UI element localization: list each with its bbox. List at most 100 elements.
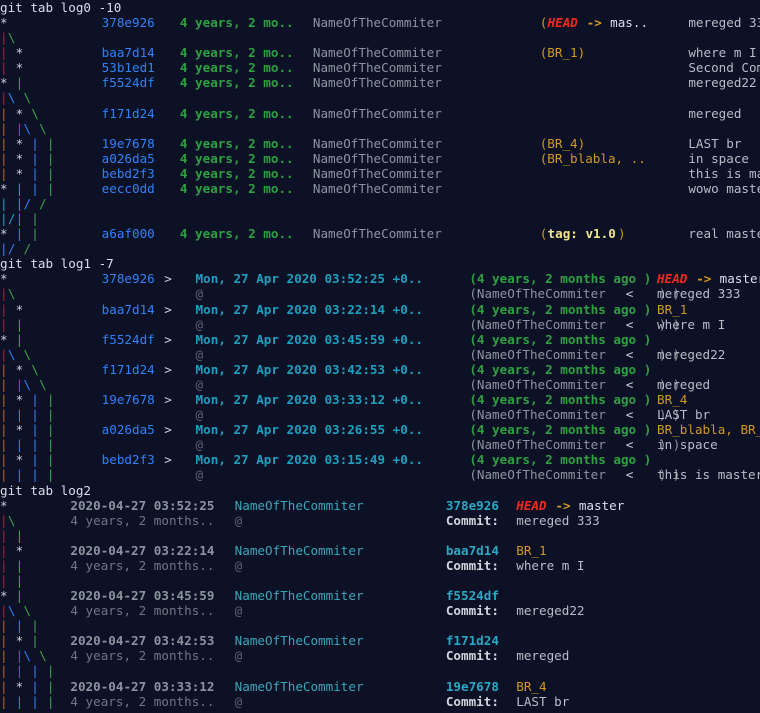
commit-label: Commit: [445,693,499,709]
commit-label: Commit: [445,648,499,664]
commit-hash: f171d24 [445,633,499,649]
committer-name: NameOfTheCommiter [312,180,442,196]
graph-rail: | [31,693,39,709]
committer-marker: @ [195,376,204,392]
graph-rail: \ [23,120,32,136]
commit-label: Commit: [445,512,499,528]
branch-ref: (BR_1) [539,45,586,61]
committer-marker: @ [234,557,243,573]
committer-name: NameOfTheCommiter [234,542,364,558]
commit-hash: baa7d14 [101,301,155,317]
graph-rail: / [7,241,16,257]
graph-rail: / [23,241,32,257]
graph-rail: | [31,165,39,181]
commit-subject: mereged22 [688,75,757,91]
graph-rail: | [31,618,39,634]
log0-row: | / | | [0,211,760,226]
graph-rail: \ [7,90,16,106]
graph-rail: | [0,376,8,392]
log1-row: | \ @ (NameOfTheCommiter )) < mereged 333 [0,286,760,301]
graph-rail: | [15,648,24,664]
commit-subject: this is master [657,467,760,483]
graph-rail: | [15,557,24,573]
terminal-window[interactable]: git tab log0 -10 * 378e926 4 years, 2 mo.. N… [0,0,760,713]
head-branch-name: mas.. [610,15,649,31]
commit-node: * [0,15,8,31]
commit-date: 2020-04-27 03:45:59 [70,588,215,604]
log2-row: | \ 4 years, 2 months.. @ Commit: mereged 333 [0,513,760,528]
head-arrow: -> [555,497,571,513]
log0-row: * | | | eecc0dd 4 years, 2 mo.. NameOfTheCommi… [0,181,760,196]
graph-rail: | [15,226,24,242]
log0-row: | | / / [0,196,760,211]
committer-name: NameOfTheCommiter [312,165,442,181]
graph-rail: | [46,407,55,423]
commit-node: * [15,542,24,558]
graph-rail: | [31,678,39,694]
committer-marker: @ [234,603,243,619]
commit-node: * [15,135,24,151]
log0-row: * | | a6af000 4 years, 2 mo.. NameOfTheCommit… [0,226,760,241]
commit-node: * [0,331,8,347]
graph-rail: \ [23,648,32,664]
log2-row: | | [0,573,760,588]
graph-rail: | [0,603,8,619]
committer-name: NameOfTheCommiter [234,633,364,649]
graph-rail: | [31,392,39,408]
graph-rail: \ [39,376,47,392]
log2-row: | | \ \ 4 years, 2 months.. @ Commit: mereged [0,648,760,663]
graph-rail: | [0,407,8,423]
commit-node: * [15,452,24,468]
commit-hash: a026da5 [101,422,155,438]
committer-name: NameOfTheCommiter [234,497,364,513]
commit-subject: where m I [657,316,726,332]
graph-rail: | [31,633,39,649]
branch-ref: (BR_blabla, .. [539,150,646,166]
commit-date: 2020-04-27 03:52:25 [70,497,215,513]
graph-rail: \ [39,648,47,664]
head-branch-name: master [578,497,625,513]
commit-hash: 19e7678 [101,392,155,408]
author-marker: > [164,452,172,468]
commit-date: Mon, 27 Apr 2020 03:26:55 +0.. [195,422,424,438]
graph-rail: / [7,211,16,227]
log2-row: | | | | [0,663,760,678]
graph-rail: | [0,467,8,483]
command-text: git tab log1 -7 [0,256,114,272]
graph-rail: | [46,392,55,408]
commit-date: 2020-04-27 03:22:14 [70,542,215,558]
relative-date: 4 years, 2 mo.. [179,150,294,166]
command-text: git tab log0 -10 [0,0,122,15]
committer-marker-lt: < [625,376,634,392]
log0-row: | * \ f171d24 4 years, 2 mo.. NameOfTheCommit… [0,106,760,121]
committer-marker: @ [195,467,204,483]
relative-date: 4 years, 2 mo.. [179,45,294,61]
log1-row: | * | | a026da5 > Mon, 27 Apr 2020 03:26:55 +0… [0,422,760,437]
relative-date: 4 years, 2 months.. [70,512,215,528]
graph-rail: | [0,542,8,558]
graph-rail: \ [31,361,39,377]
relative-date: (4 years, 2 months ago ) [469,271,652,287]
commit-date: Mon, 27 Apr 2020 03:15:49 +0.. [195,452,424,468]
graph-rail: | [31,211,39,227]
graph-rail: | [0,512,8,528]
committer-name: (NameOfTheCommiter ) [469,467,667,483]
commit-subject: mereged 333 [657,286,741,302]
log1-row: | \ \ @ (NameOfTheCommiter )) < mereged22 [0,347,760,362]
graph-rail: | [15,75,24,91]
committer-name: NameOfTheCommiter [312,105,442,121]
graph-rail: / [39,196,47,212]
author-marker: > [164,361,172,377]
commit-hash: 53b1ed1 [101,60,155,76]
relative-date: (4 years, 2 months ago ) [469,422,652,438]
committer-marker-lt: < [625,437,634,453]
graph-rail: | [0,90,8,106]
graph-rail: | [46,663,55,679]
commit-node: * [0,588,8,604]
relative-date: (4 years, 2 months ago ) [469,331,652,347]
log2-row: | | 4 years, 2 months.. @ Commit: where m I [0,558,760,573]
commit-node: * [15,678,24,694]
commit-date: 2020-04-27 03:33:12 [70,678,215,694]
graph-rail: | [31,226,39,242]
branch-ref: BR_1 [657,301,688,317]
